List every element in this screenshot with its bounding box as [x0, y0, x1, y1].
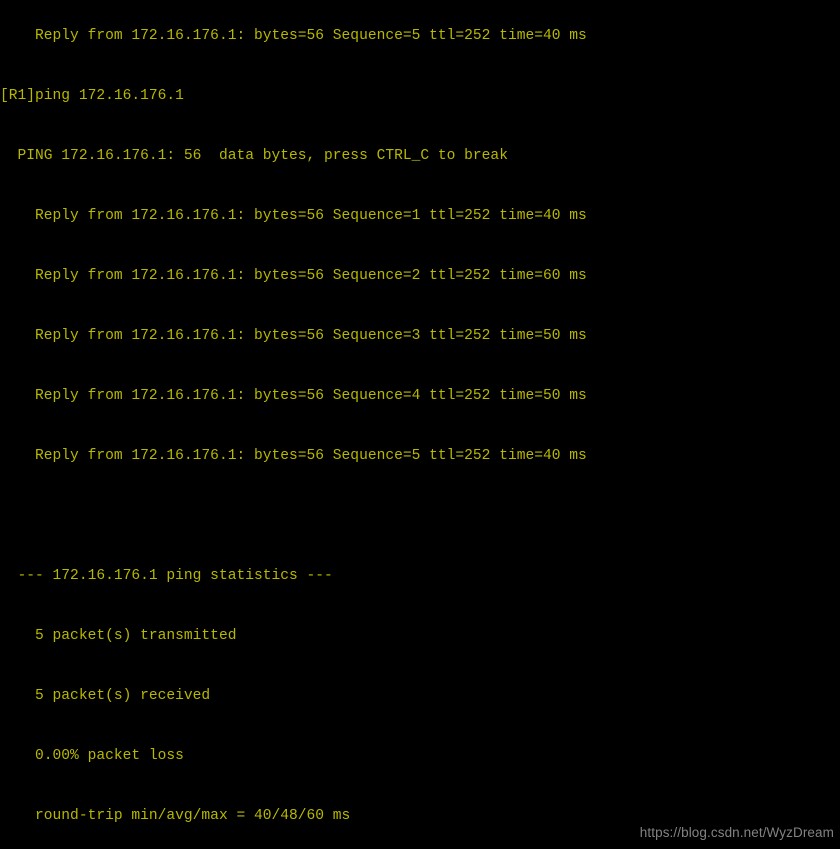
terminal-line: [R1]ping 172.16.176.1: [0, 88, 184, 104]
terminal-line-partial-top: Reply from 172.16.176.1: bytes=56 Sequen…: [0, 28, 587, 44]
terminal-line: Reply from 172.16.176.1: bytes=56 Sequen…: [0, 328, 587, 344]
terminal-line: Reply from 172.16.176.1: bytes=56 Sequen…: [0, 388, 587, 404]
terminal-line: Reply from 172.16.176.1: bytes=56 Sequen…: [0, 448, 587, 464]
terminal-line: 0.00% packet loss: [0, 748, 184, 764]
terminal-line: 5 packet(s) received: [0, 688, 211, 704]
terminal-line: 5 packet(s) transmitted: [0, 628, 237, 644]
watermark-text: https://blog.csdn.net/WyzDream: [639, 825, 834, 840]
terminal-line: round-trip min/avg/max = 40/48/60 ms: [0, 808, 351, 824]
terminal-line: --- 172.16.176.1 ping statistics ---: [0, 568, 333, 584]
terminal-line: Reply from 172.16.176.1: bytes=56 Sequen…: [0, 268, 587, 284]
terminal-console[interactable]: Reply from 172.16.176.1: bytes=56 Sequen…: [0, 0, 840, 849]
terminal-line: PING 172.16.176.1: 56 data bytes, press …: [0, 148, 508, 164]
terminal-output-screen: Reply from 172.16.176.1: bytes=56 Sequen…: [0, 0, 840, 849]
terminal-line: Reply from 172.16.176.1: bytes=56 Sequen…: [0, 208, 587, 224]
